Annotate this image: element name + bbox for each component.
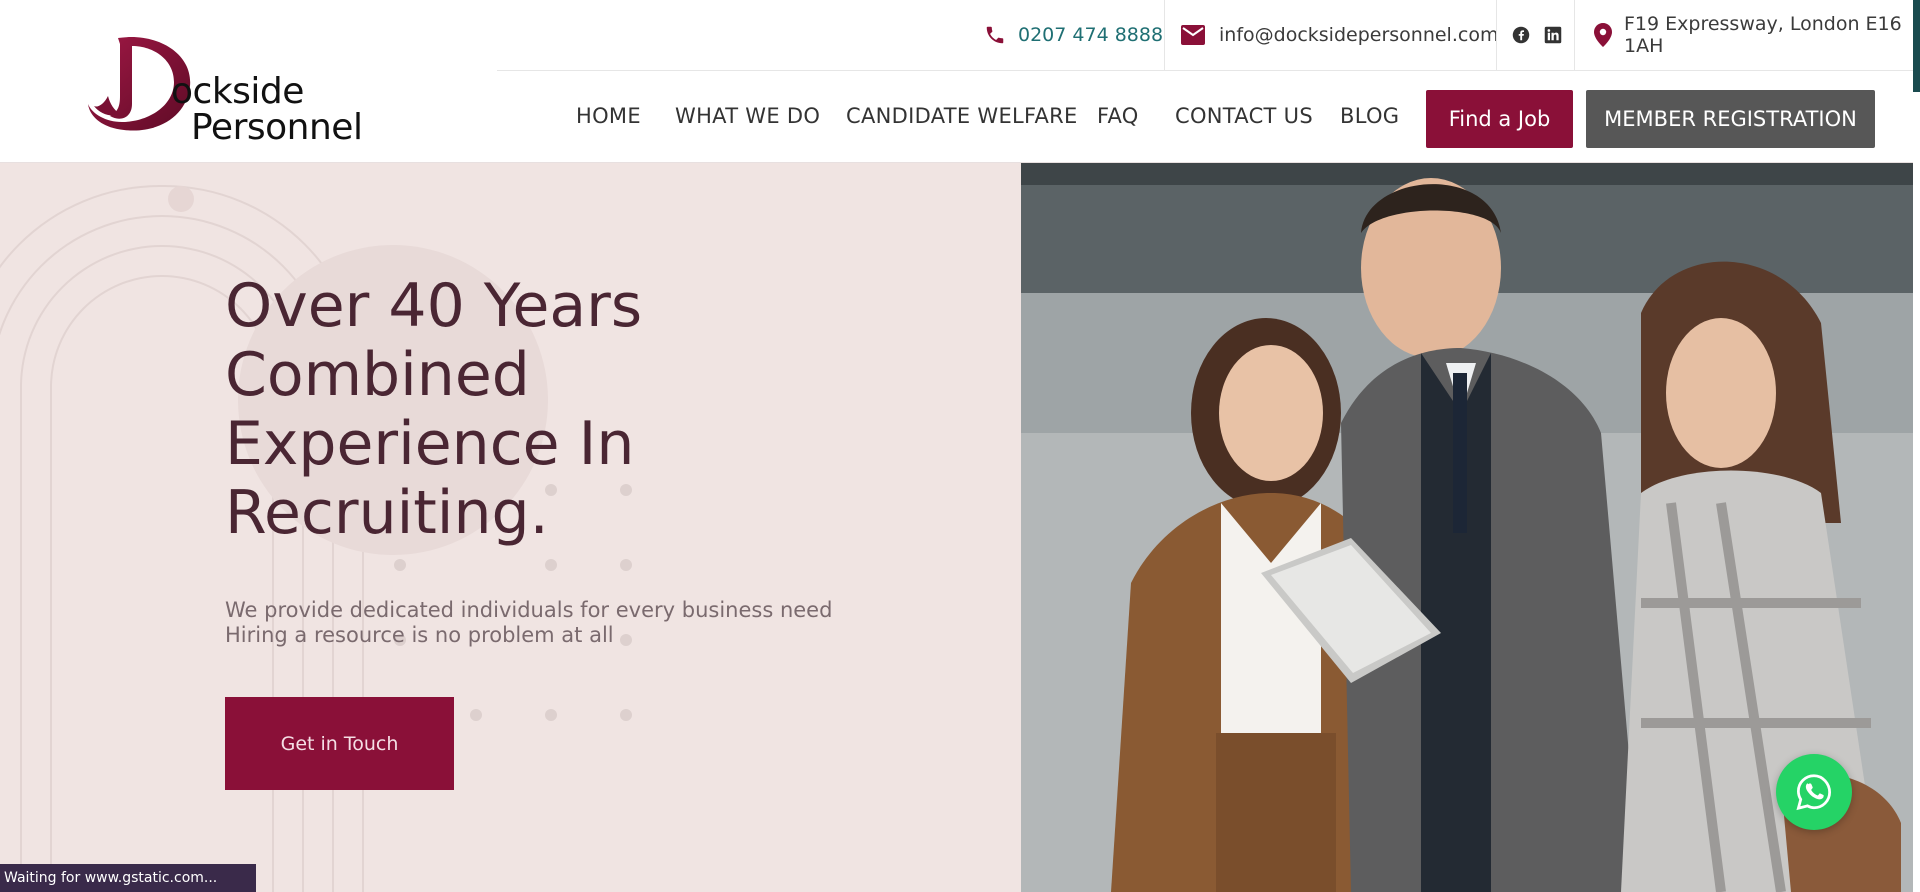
hero-subtitle-line: Hiring a resource is no problem at all — [225, 623, 614, 647]
decor-dot — [168, 186, 194, 212]
linkedin-icon[interactable] — [1544, 26, 1562, 44]
scrollbar-track[interactable] — [1913, 0, 1920, 892]
email-link[interactable]: info@docksidepersonnel.com — [1181, 0, 1498, 70]
nav-what-we-do[interactable]: WHAT WE DO — [675, 104, 820, 128]
decor-dot — [545, 559, 557, 571]
decor-dot — [470, 709, 482, 721]
nav-faq[interactable]: FAQ — [1097, 104, 1139, 128]
divider — [1164, 0, 1165, 70]
hero-heading-line: Recruiting. — [225, 478, 549, 548]
scrollbar-thumb[interactable] — [1913, 0, 1920, 92]
hero-heading: Over 40 Years Combined Experience In Rec… — [225, 272, 785, 548]
nav-blog[interactable]: BLOG — [1340, 104, 1399, 128]
whatsapp-icon — [1796, 774, 1832, 811]
email-address: info@docksidepersonnel.com — [1219, 24, 1499, 46]
decor-dot — [620, 559, 632, 571]
address-link[interactable]: F19 Expressway, London E16 1AH — [1594, 0, 1920, 70]
get-in-touch-button[interactable]: Get in Touch — [225, 697, 454, 790]
hero-heading-line: Experience In — [225, 409, 635, 479]
logo-text-bottom: Personnel — [191, 107, 363, 148]
address-text: F19 Expressway, London E16 1AH — [1624, 13, 1902, 57]
browser-status-bar: Waiting for www.gstatic.com... — [0, 864, 256, 892]
phone-number: 0207 474 8888 — [1018, 24, 1164, 46]
facebook-icon[interactable] — [1512, 26, 1530, 44]
logo-text-top: ockside — [171, 71, 304, 112]
social-links — [1512, 0, 1562, 70]
divider — [1496, 0, 1497, 70]
hero-subtitle: We provide dedicated individuals for eve… — [225, 598, 832, 648]
find-a-job-button[interactable]: Find a Job — [1426, 90, 1573, 148]
member-registration-button[interactable]: MEMBER REGISTRATION — [1586, 90, 1875, 148]
decor-dot — [620, 709, 632, 721]
hero-heading-line: Over 40 Years — [225, 271, 643, 341]
whatsapp-button[interactable] — [1776, 754, 1852, 830]
site-logo[interactable]: ockside Personnel — [88, 34, 363, 146]
envelope-icon — [1181, 25, 1205, 45]
map-pin-icon — [1594, 23, 1612, 47]
hero-heading-line: Combined — [225, 340, 530, 410]
decor-dot — [545, 709, 557, 721]
nav-contact-us[interactable]: CONTACT US — [1175, 104, 1313, 128]
decor-dot — [394, 559, 406, 571]
divider — [1574, 0, 1575, 70]
nav-home[interactable]: HOME — [576, 104, 641, 128]
phone-icon — [984, 24, 1006, 46]
hero-subtitle-line: We provide dedicated individuals for eve… — [225, 598, 833, 622]
nav-candidate-welfare[interactable]: CANDIDATE WELFARE — [846, 104, 1078, 128]
phone-link[interactable]: 0207 474 8888 — [984, 0, 1163, 70]
